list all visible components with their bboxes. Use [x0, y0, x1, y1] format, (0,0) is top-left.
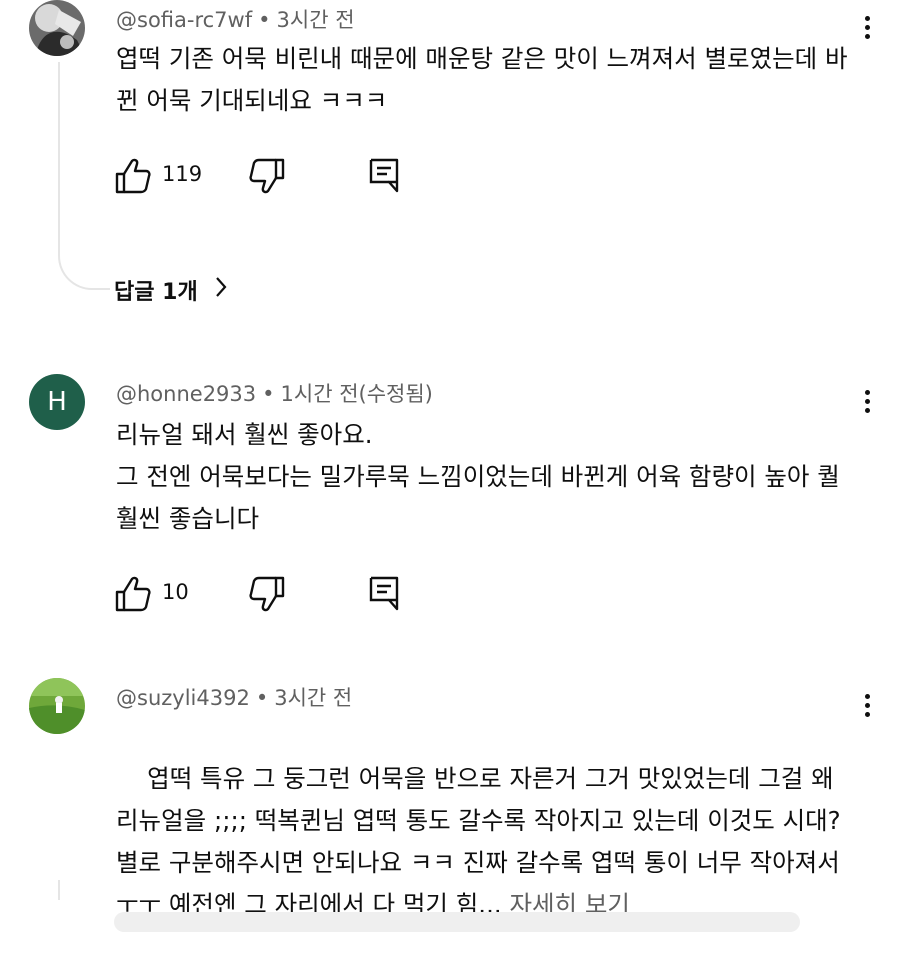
like-button[interactable]: [114, 574, 154, 614]
thumbs-up-icon: [115, 576, 151, 612]
dislike-button[interactable]: [248, 156, 288, 196]
timestamp[interactable]: 1시간 전(수정됨): [281, 382, 433, 406]
avatar[interactable]: H: [29, 374, 85, 430]
comment-meta: @honne2933 • 1시간 전(수정됨): [116, 378, 433, 408]
comment-meta: @sofia-rc7wf • 3시간 전: [116, 4, 355, 34]
thumbs-up-icon: [115, 158, 151, 194]
like-count: 10: [162, 580, 189, 604]
timestamp[interactable]: 3시간 전: [274, 686, 352, 710]
thumbs-down-icon: [249, 576, 285, 612]
more-menu-button[interactable]: [852, 690, 882, 726]
reply-button[interactable]: [366, 574, 406, 614]
author-name[interactable]: @suzyli4392: [116, 686, 250, 710]
separator-dot: •: [262, 382, 275, 406]
thread-line: [58, 62, 110, 290]
separator-dot: •: [258, 8, 271, 32]
like-button[interactable]: [114, 156, 154, 196]
comment-actions: 10: [114, 574, 434, 614]
comment-actions: 119: [114, 156, 434, 196]
comment-text: 리뉴얼 돼서 훨씬 좋아요. 그 전엔 어묵보다는 밀가루묵 느낌이었는데 바뀐…: [116, 420, 840, 533]
avatar[interactable]: [29, 678, 85, 734]
comment-text-body: 엽떡 특유 그 둥그런 어묵을 반으로 자른거 그거 맛있었는데 그걸 왜 리뉴…: [116, 764, 848, 919]
author-name[interactable]: @honne2933: [116, 382, 256, 406]
view-replies-button[interactable]: 답글 1개: [114, 272, 228, 308]
chevron-right-icon: [214, 275, 228, 305]
comment-meta: @suzyli4392 • 3시간 전: [116, 682, 352, 712]
reply-button[interactable]: [366, 156, 406, 196]
reply-comment-icon: [369, 158, 399, 193]
more-menu-button[interactable]: [852, 386, 882, 422]
comment-text: 엽떡 기존 어묵 비린내 때문에 매운탕 같은 맛이 느껴져서 별로였는데 바뀐…: [116, 44, 848, 115]
thumbs-down-icon: [249, 158, 285, 194]
avatar-letter: H: [47, 387, 67, 417]
separator-dot: •: [255, 686, 269, 710]
thread-line: [58, 880, 60, 900]
more-menu-button[interactable]: [852, 12, 882, 48]
reply-comment-icon: [369, 576, 399, 611]
replies-label: 답글 1개: [114, 280, 198, 305]
avatar[interactable]: [29, 0, 85, 56]
timestamp[interactable]: 3시간 전: [277, 8, 355, 32]
author-name[interactable]: @sofia-rc7wf: [116, 8, 252, 32]
next-item-edge: [114, 912, 800, 932]
dislike-button[interactable]: [248, 574, 288, 614]
like-count: 119: [162, 162, 203, 186]
